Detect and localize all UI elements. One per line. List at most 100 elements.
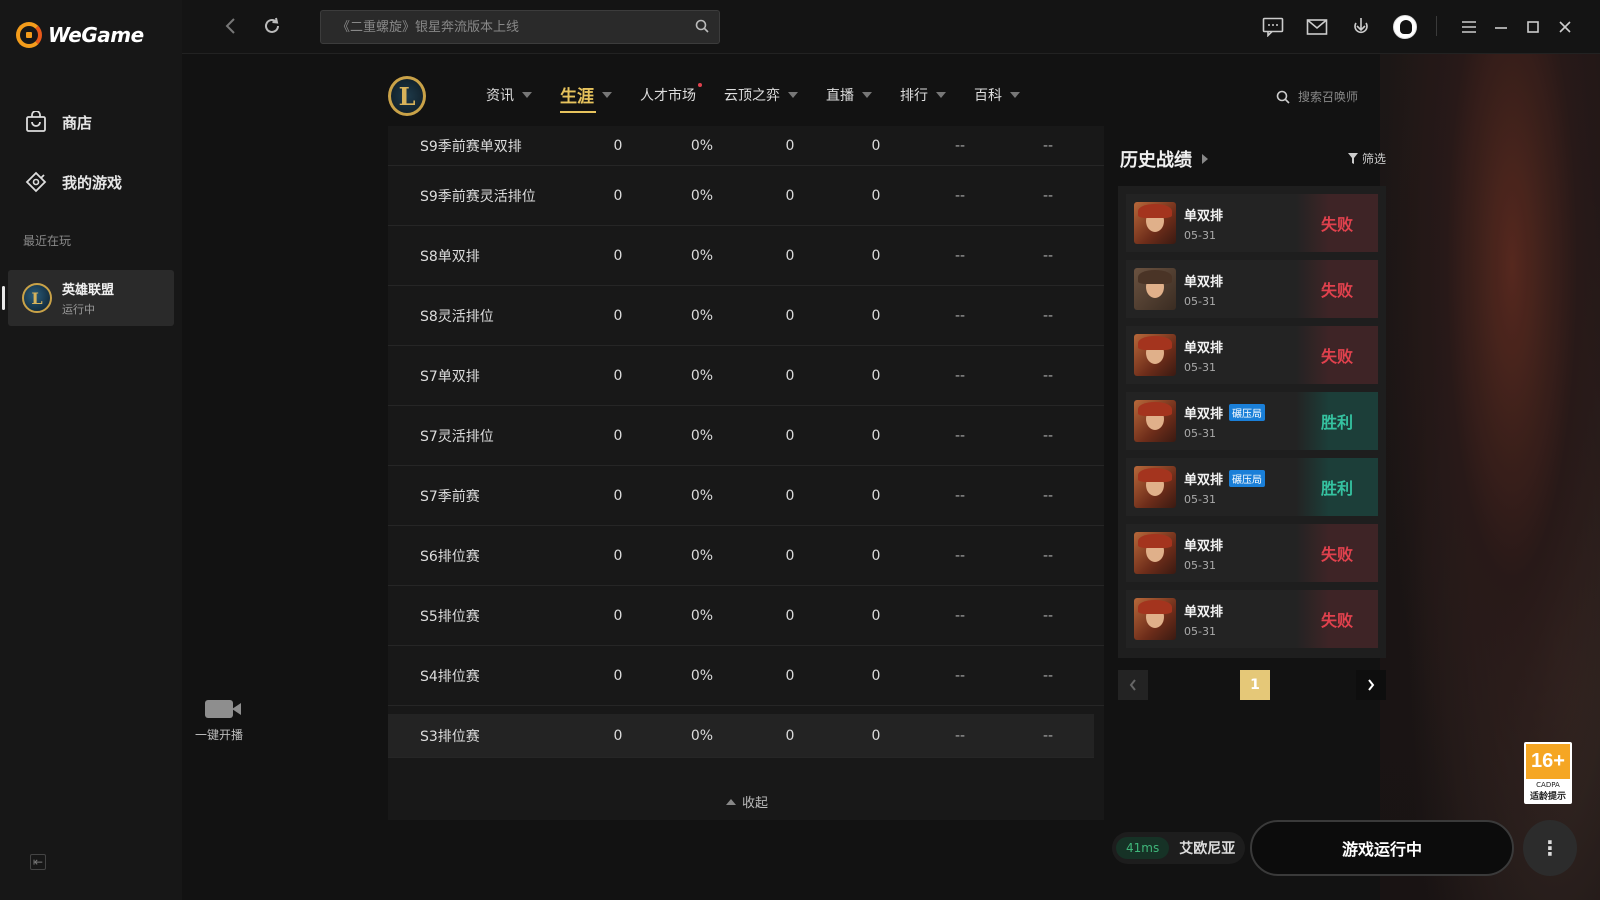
table-row[interactable]: S7灵活排位 0 0% 0 0 -- -- <box>388 406 1104 466</box>
table-cell: -- <box>1042 307 1054 324</box>
chevron-down-icon[interactable] <box>788 91 798 98</box>
table-cell: -- <box>954 727 966 744</box>
match-mode-row: 单双排 <box>1184 271 1223 290</box>
match-item[interactable]: 单双排 05-31 失败 <box>1126 590 1378 648</box>
collapse-sidebar-icon[interactable]: ⇤ <box>30 854 46 870</box>
chevron-left-icon <box>1129 679 1136 691</box>
maximize-icon[interactable] <box>1520 14 1546 40</box>
table-cell: 0 <box>613 607 623 624</box>
table-row[interactable]: S4排位赛 0 0% 0 0 -- -- <box>388 646 1104 706</box>
collapse-button[interactable]: 收起 <box>726 792 768 811</box>
table-cell: 0% <box>690 607 714 624</box>
season-name: S8单双排 <box>420 248 480 265</box>
match-item[interactable]: 单双排 碾压局 05-31 胜利 <box>1126 458 1378 516</box>
table-cell: 0 <box>785 137 795 154</box>
match-result: 胜利 <box>1296 392 1378 450</box>
tab-0[interactable]: 资讯 <box>486 85 532 105</box>
match-item[interactable]: 单双排 碾压局 05-31 胜利 <box>1126 392 1378 450</box>
table-row[interactable]: S3排位赛 0 0% 0 0 -- -- <box>388 714 1094 758</box>
match-info: 单双排 05-31 <box>1184 535 1223 572</box>
table-cell: 0% <box>690 547 714 564</box>
recent-label: 最近在玩 <box>23 234 72 248</box>
search-icon[interactable] <box>695 19 709 37</box>
more-options-icon[interactable]: ⋮ <box>1523 820 1577 876</box>
menu-icon[interactable] <box>1456 14 1482 40</box>
match-info: 单双排 05-31 <box>1184 271 1223 308</box>
server-name: 艾欧尼亚 <box>1179 841 1236 857</box>
wegame-logo[interactable]: WeGame <box>16 22 144 48</box>
table-cell: -- <box>1042 367 1054 384</box>
match-info: 单双排 05-31 <box>1184 205 1223 242</box>
minimize-icon[interactable] <box>1488 14 1514 40</box>
table-cell: 0 <box>613 367 623 384</box>
match-item[interactable]: 单双排 05-31 失败 <box>1126 194 1378 252</box>
table-cell: -- <box>1042 247 1054 264</box>
match-date: 05-31 <box>1184 558 1216 572</box>
tab-1[interactable]: 生涯 <box>560 82 612 113</box>
match-item[interactable]: 单双排 05-31 失败 <box>1126 260 1378 318</box>
download-icon[interactable] <box>1348 14 1374 40</box>
page-number[interactable]: 1 <box>1240 670 1270 700</box>
search-box[interactable] <box>320 10 720 44</box>
tab-2[interactable]: 人才市场 <box>640 82 702 105</box>
prev-page-button[interactable] <box>1118 670 1148 700</box>
table-row[interactable]: S7季前赛 0 0% 0 0 -- -- <box>388 466 1104 526</box>
history-title[interactable]: 历史战绩 <box>1120 146 1208 172</box>
table-cell: -- <box>954 307 966 324</box>
table-cell: 0 <box>613 487 623 504</box>
match-result: 失败 <box>1296 524 1378 582</box>
tab-5[interactable]: 排行 <box>900 85 946 105</box>
chevron-down-icon[interactable] <box>602 91 612 98</box>
table-row[interactable]: S8灵活排位 0 0% 0 0 -- -- <box>388 286 1104 346</box>
age-rating-badge[interactable]: 16+ CADPA 适龄提示 <box>1524 742 1572 804</box>
season-name: S9季前赛单双排 <box>420 138 522 155</box>
filter-button[interactable]: 筛选 <box>1348 150 1386 167</box>
table-cell: 0 <box>785 607 795 624</box>
lol-game-icon: L <box>22 283 52 313</box>
table-cell: 0% <box>690 247 714 264</box>
tab-4[interactable]: 直播 <box>826 85 872 105</box>
close-icon[interactable] <box>1552 14 1578 40</box>
next-page-button[interactable] <box>1356 670 1386 700</box>
season-name: S7灵活排位 <box>420 428 494 445</box>
video-camera-icon <box>205 700 241 718</box>
match-mode: 单双排 <box>1184 274 1224 290</box>
table-row[interactable]: S8单双排 0 0% 0 0 -- -- <box>388 226 1104 286</box>
summoner-search-placeholder: 搜索召唤师 <box>1298 90 1359 104</box>
recent-game-lol[interactable]: L 英雄联盟 运行中 <box>2 270 174 326</box>
match-info: 单双排 05-31 <box>1184 601 1223 638</box>
lol-logo-icon[interactable]: L <box>388 76 426 116</box>
table-row[interactable]: S9季前赛单双排 0 0% 0 0 -- -- <box>388 126 1104 166</box>
table-row[interactable]: S9季前赛灵活排位 0 0% 0 0 -- -- <box>388 166 1104 226</box>
chevron-down-icon[interactable] <box>936 91 946 98</box>
table-row[interactable]: S5排位赛 0 0% 0 0 -- -- <box>388 586 1104 646</box>
sidebar-item-store[interactable]: 商店 <box>24 110 92 134</box>
game-running-button[interactable]: 游戏运行中 <box>1250 820 1514 876</box>
match-date: 05-31 <box>1184 294 1216 308</box>
match-item[interactable]: 单双排 05-31 失败 <box>1126 524 1378 582</box>
tab-6[interactable]: 百科 <box>974 85 1020 105</box>
tab-3[interactable]: 云顶之弈 <box>724 85 798 105</box>
table-row[interactable]: S6排位赛 0 0% 0 0 -- -- <box>388 526 1104 586</box>
table-cell: -- <box>954 187 966 204</box>
mail-icon[interactable] <box>1304 14 1330 40</box>
search-input[interactable] <box>321 11 719 43</box>
chevron-down-icon[interactable] <box>1010 91 1020 98</box>
one-click-live-button[interactable]: 一键开播 <box>190 700 248 743</box>
sidebar-item-my-games[interactable]: 我的游戏 <box>24 170 122 194</box>
user-avatar[interactable] <box>1392 14 1418 40</box>
table-row[interactable]: S7单双排 0 0% 0 0 -- -- <box>388 346 1104 406</box>
match-item[interactable]: 单双排 05-31 失败 <box>1126 326 1378 384</box>
back-icon[interactable] <box>218 14 242 38</box>
live-label: 一键开播 <box>194 728 243 742</box>
table-cell: -- <box>954 367 966 384</box>
crush-badge: 碾压局 <box>1229 469 1266 487</box>
chevron-down-icon[interactable] <box>862 91 872 98</box>
refresh-icon[interactable] <box>260 14 284 38</box>
table-cell: 0 <box>785 307 795 324</box>
age-rating-org: CADPA <box>1536 781 1560 789</box>
summoner-search[interactable]: 搜索召唤师 <box>1276 88 1358 105</box>
server-status[interactable]: 41ms 艾欧尼亚 <box>1112 832 1246 864</box>
chevron-down-icon[interactable] <box>522 91 532 98</box>
chat-icon[interactable] <box>1260 14 1286 40</box>
